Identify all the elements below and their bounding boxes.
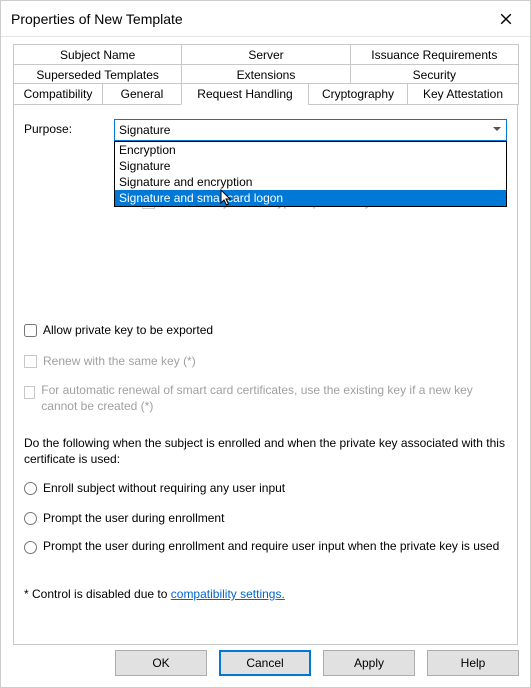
purpose-option-sig-smartcard[interactable]: Signature and smartcard logon: [115, 190, 506, 206]
enroll-opt-prompt-require-label: Prompt the user during enrollment and re…: [43, 539, 499, 555]
enroll-opt-prompt-label: Prompt the user during enrollment: [43, 511, 224, 525]
footnote: * Control is disabled due to compatibili…: [24, 587, 507, 601]
cancel-button[interactable]: Cancel: [219, 650, 311, 676]
purpose-option-signature[interactable]: Signature: [115, 158, 506, 174]
enroll-opt-no-input-row[interactable]: Enroll subject without requiring any use…: [24, 481, 507, 495]
renew-same-key-label: Renew with the same key (*): [43, 354, 196, 368]
enroll-opt-prompt-row[interactable]: Prompt the user during enrollment: [24, 511, 507, 525]
close-icon: [500, 13, 512, 25]
chevron-down-icon: [492, 123, 502, 137]
tab-request-handling[interactable]: Request Handling: [181, 83, 309, 105]
window-title: Properties of New Template: [11, 11, 183, 27]
close-button[interactable]: [492, 9, 520, 29]
compatibility-settings-link[interactable]: compatibility settings.: [171, 587, 285, 601]
purpose-label: Purpose:: [24, 119, 84, 136]
renew-same-key-checkbox: [24, 355, 37, 368]
tab-subject-name[interactable]: Subject Name: [13, 44, 182, 65]
enroll-opt-no-input-label: Enroll subject without requiring any use…: [43, 481, 285, 495]
footnote-prefix: * Control is disabled due to: [24, 587, 171, 601]
tab-key-attestation[interactable]: Key Attestation: [407, 83, 519, 105]
enroll-opt-no-input-radio[interactable]: [24, 482, 37, 495]
purpose-dropdown[interactable]: Encryption Signature Signature and encry…: [114, 141, 507, 207]
tab-issuance-requirements[interactable]: Issuance Requirements: [350, 44, 519, 65]
renew-same-key-row: Renew with the same key (*): [24, 354, 507, 368]
purpose-option-encryption[interactable]: Encryption: [115, 142, 506, 158]
purpose-option-sig-enc[interactable]: Signature and encryption: [115, 174, 506, 190]
purpose-row: Purpose: Signature Encryption Signature …: [24, 119, 507, 141]
enroll-intro: Do the following when the subject is enr…: [24, 435, 507, 467]
tab-general[interactable]: General: [102, 83, 182, 105]
tab-superseded-templates[interactable]: Superseded Templates: [13, 64, 182, 85]
allow-export-checkbox[interactable]: [24, 324, 37, 337]
tab-server[interactable]: Server: [181, 44, 350, 65]
auto-renew-smartcard-row: For automatic renewal of smart card cert…: [24, 383, 503, 414]
allow-export-label: Allow private key to be exported: [43, 323, 213, 337]
allow-export-row[interactable]: Allow private key to be exported: [24, 323, 507, 337]
tabs-container: Subject Name Server Issuance Requirement…: [13, 45, 518, 105]
tab-extensions[interactable]: Extensions: [181, 64, 350, 85]
tab-content: Purpose: Signature Encryption Signature …: [13, 105, 518, 645]
enroll-opt-prompt-require-row[interactable]: Prompt the user during enrollment and re…: [24, 539, 507, 555]
enroll-opt-prompt-require-radio[interactable]: [24, 541, 37, 554]
purpose-selected-value: Signature: [119, 123, 170, 137]
apply-button[interactable]: Apply: [323, 650, 415, 676]
tab-security[interactable]: Security: [350, 64, 519, 85]
tab-cryptography[interactable]: Cryptography: [308, 83, 408, 105]
button-bar: OK Cancel Apply Help: [115, 650, 519, 676]
auto-renew-smartcard-checkbox: [24, 386, 35, 399]
auto-renew-smartcard-label: For automatic renewal of smart card cert…: [41, 383, 503, 414]
tab-compatibility[interactable]: Compatibility: [13, 83, 103, 105]
ok-button[interactable]: OK: [115, 650, 207, 676]
purpose-combobox[interactable]: Signature: [114, 119, 507, 141]
title-bar: Properties of New Template: [1, 1, 530, 37]
help-button[interactable]: Help: [427, 650, 519, 676]
enroll-opt-prompt-radio[interactable]: [24, 512, 37, 525]
